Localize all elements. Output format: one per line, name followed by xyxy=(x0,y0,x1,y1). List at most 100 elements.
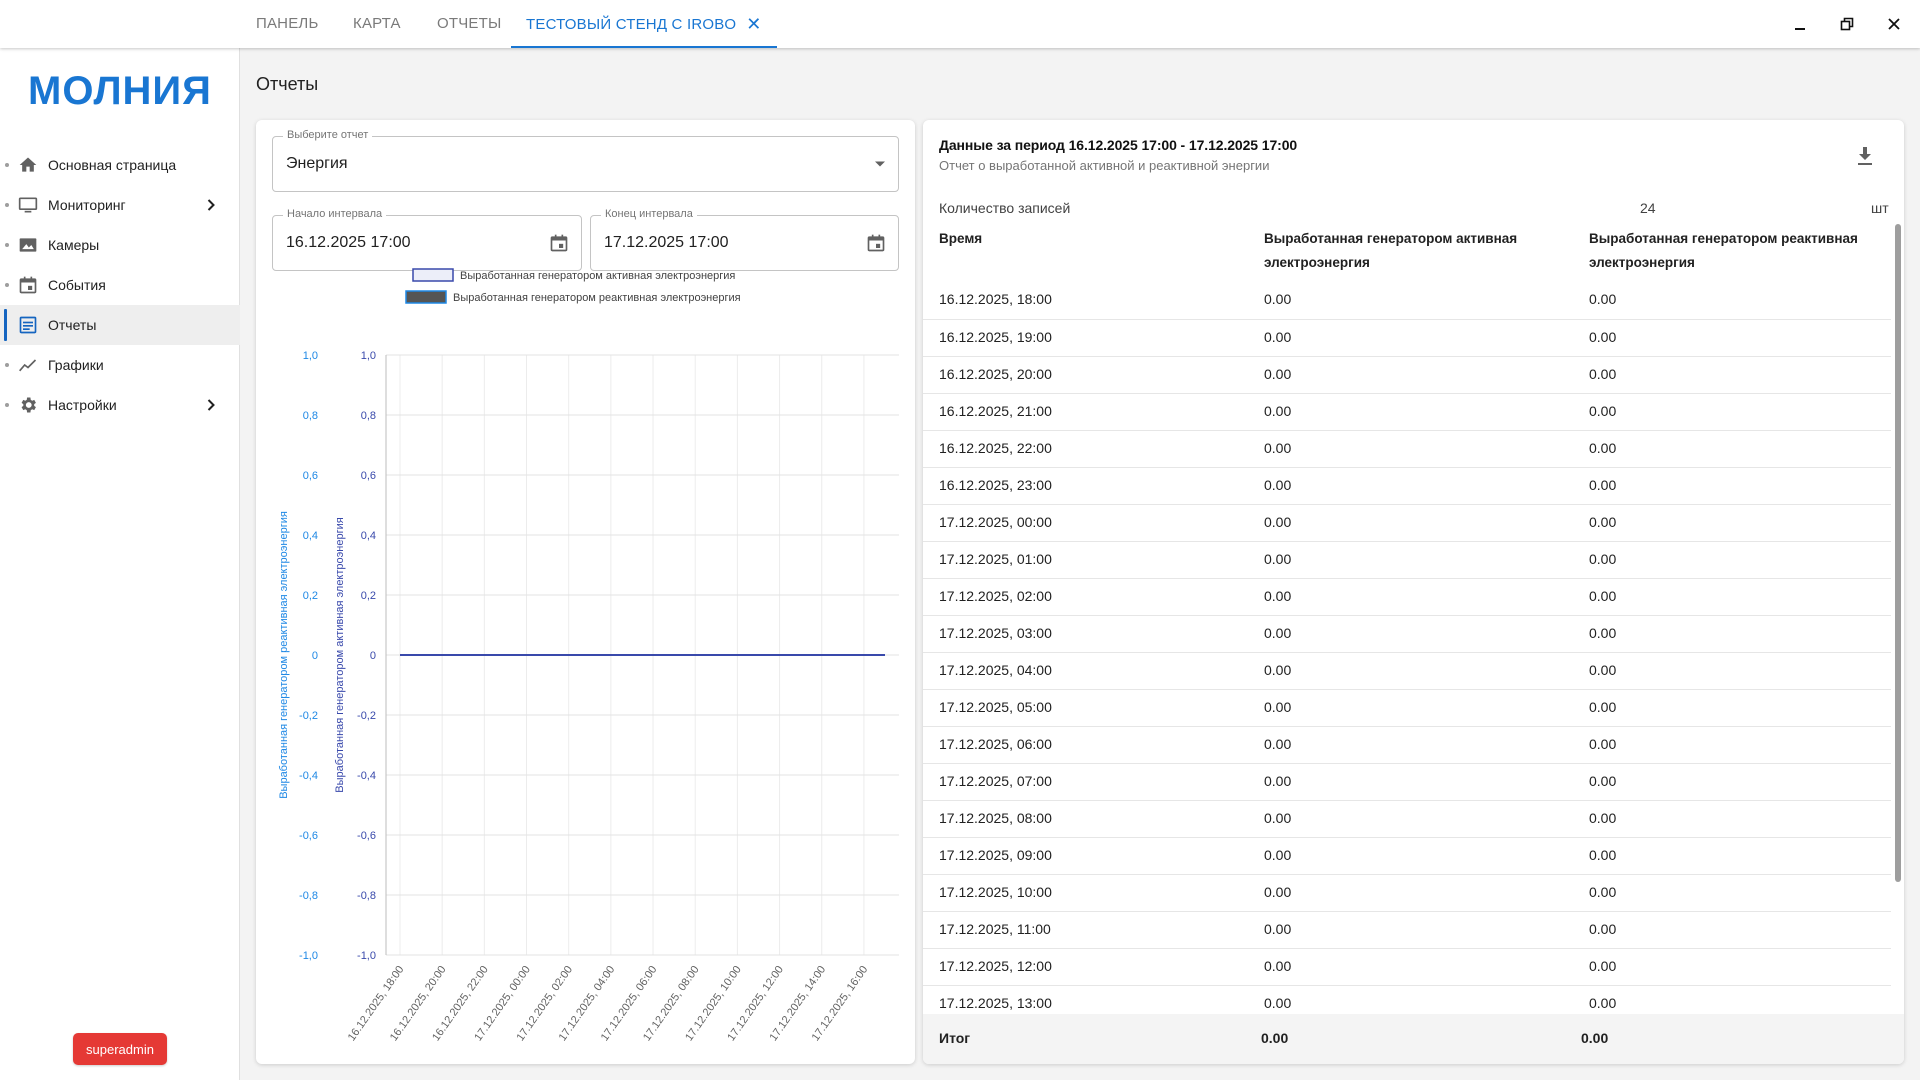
cell-time: 16.12.2025, 18:00 xyxy=(939,291,1052,307)
y-tick-label-reactive: 0,2 xyxy=(303,590,318,602)
tab-test-stand[interactable]: ТЕСТОВЫЙ СТЕНД С IROBO ✕ xyxy=(511,0,777,48)
cell-active-energy: 0.00 xyxy=(1264,847,1292,863)
records-count-unit: шт xyxy=(1871,200,1889,216)
logo: МОЛНИЯ xyxy=(28,68,212,113)
cell-reactive-energy: 0.00 xyxy=(1589,921,1617,937)
cell-time: 16.12.2025, 20:00 xyxy=(939,366,1052,382)
cell-reactive-energy: 0.00 xyxy=(1589,995,1617,1010)
table-row[interactable]: 17.12.2025, 13:00 0.00 0.00 xyxy=(923,985,1891,1010)
cell-active-energy: 0.00 xyxy=(1264,588,1292,604)
cell-reactive-energy: 0.00 xyxy=(1589,291,1617,307)
table-row[interactable]: 17.12.2025, 08:00 0.00 0.00 xyxy=(923,800,1891,837)
y-tick-label-reactive: -0,8 xyxy=(299,890,318,902)
chevron-right-icon[interactable] xyxy=(204,198,218,212)
sidebar-item-cameras[interactable]: Камеры xyxy=(0,225,240,265)
scrollbar[interactable] xyxy=(1895,224,1901,882)
table-row[interactable]: 17.12.2025, 03:00 0.00 0.00 xyxy=(923,615,1891,652)
cell-reactive-energy: 0.00 xyxy=(1589,366,1617,382)
table-row[interactable]: 16.12.2025, 18:00 0.00 0.00 xyxy=(923,282,1891,319)
sidebar-item-events[interactable]: События xyxy=(0,265,240,305)
table-row[interactable]: 16.12.2025, 23:00 0.00 0.00 xyxy=(923,467,1891,504)
cell-active-energy: 0.00 xyxy=(1264,921,1292,937)
table-row[interactable]: 17.12.2025, 10:00 0.00 0.00 xyxy=(923,874,1891,911)
cell-reactive-energy: 0.00 xyxy=(1589,403,1617,419)
sidebar-item-charts[interactable]: Графики xyxy=(0,345,240,385)
legend-swatch-reactive xyxy=(405,290,447,304)
table-row[interactable]: 17.12.2025, 01:00 0.00 0.00 xyxy=(923,541,1891,578)
home-icon xyxy=(17,154,39,176)
table-row[interactable]: 17.12.2025, 04:00 0.00 0.00 xyxy=(923,652,1891,689)
table-row[interactable]: 17.12.2025, 07:00 0.00 0.00 xyxy=(923,763,1891,800)
minimize-icon[interactable] xyxy=(1786,10,1814,38)
table-row[interactable]: 17.12.2025, 00:00 0.00 0.00 xyxy=(923,504,1891,541)
sidebar-item-monitoring[interactable]: Мониторинг xyxy=(0,185,240,225)
y-tick-label-active: -0,2 xyxy=(357,710,376,722)
table-row[interactable]: 17.12.2025, 09:00 0.00 0.00 xyxy=(923,837,1891,874)
restore-icon[interactable] xyxy=(1833,10,1861,38)
cell-time: 17.12.2025, 05:00 xyxy=(939,699,1052,715)
table-row[interactable]: 17.12.2025, 12:00 0.00 0.00 xyxy=(923,948,1891,985)
y-tick-label-active: -0,6 xyxy=(357,830,376,842)
column-header-active[interactable]: Выработанная генератором активная электр… xyxy=(1264,227,1517,275)
cell-reactive-energy: 0.00 xyxy=(1589,773,1617,789)
table-row[interactable]: 17.12.2025, 11:00 0.00 0.00 xyxy=(923,911,1891,948)
sidebar-item-settings[interactable]: Настройки xyxy=(0,385,240,425)
cell-active-energy: 0.00 xyxy=(1264,366,1292,382)
cell-time: 16.12.2025, 19:00 xyxy=(939,329,1052,345)
bullet-dot xyxy=(5,403,9,407)
cell-reactive-energy: 0.00 xyxy=(1589,625,1617,641)
y-tick-label-reactive: 0,6 xyxy=(303,470,318,482)
sidebar-item-label: Настройки xyxy=(48,397,117,413)
table-row[interactable]: 16.12.2025, 22:00 0.00 0.00 xyxy=(923,430,1891,467)
tab-panel[interactable]: ПАНЕЛЬ xyxy=(256,0,319,48)
cell-time: 17.12.2025, 12:00 xyxy=(939,958,1052,974)
legend-swatch-active xyxy=(412,268,454,282)
sidebar-item-reports[interactable]: Отчеты xyxy=(0,305,240,345)
download-icon[interactable] xyxy=(1853,144,1877,168)
cell-active-energy: 0.00 xyxy=(1264,514,1292,530)
table-footer: Итог 0.00 0.00 xyxy=(923,1014,1904,1064)
tab-test-stand-label: ТЕСТОВЫЙ СТЕНД С IROBO xyxy=(526,16,737,33)
cell-time: 17.12.2025, 07:00 xyxy=(939,773,1052,789)
column-header-line: Выработанная генератором активная xyxy=(1264,231,1518,246)
sidebar-item-home[interactable]: Основная страница xyxy=(0,145,240,185)
table-row[interactable]: 16.12.2025, 19:00 0.00 0.00 xyxy=(923,319,1891,356)
tab-map[interactable]: КАРТА xyxy=(353,0,401,48)
y-tick-label-active: 0,4 xyxy=(361,530,376,542)
y-tick-label-reactive: -0,2 xyxy=(299,710,318,722)
report-table-card: Данные за период 16.12.2025 17:00 - 17.1… xyxy=(923,120,1904,1064)
bullet-dot xyxy=(5,283,9,287)
cell-time: 17.12.2025, 02:00 xyxy=(939,588,1052,604)
column-header-line: электроэнергия xyxy=(1589,255,1695,270)
cell-time: 16.12.2025, 21:00 xyxy=(939,403,1052,419)
calendar-icon xyxy=(17,274,39,296)
close-icon[interactable]: ✕ xyxy=(746,0,761,48)
legend-label: Выработанная генератором активная электр… xyxy=(460,270,735,282)
table-row[interactable]: 16.12.2025, 20:00 0.00 0.00 xyxy=(923,356,1891,393)
cell-reactive-energy: 0.00 xyxy=(1589,662,1617,678)
chevron-right-icon[interactable] xyxy=(204,398,218,412)
cell-active-energy: 0.00 xyxy=(1264,440,1292,456)
close-window-icon[interactable] xyxy=(1880,10,1908,38)
cell-time: 17.12.2025, 13:00 xyxy=(939,995,1052,1010)
column-header-reactive[interactable]: Выработанная генератором реактивная элек… xyxy=(1589,227,1858,275)
cell-time: 16.12.2025, 22:00 xyxy=(939,440,1052,456)
table-body: 16.12.2025, 18:00 0.00 0.00 16.12.2025, 19:… xyxy=(923,282,1891,1010)
sidebar-item-label: Отчеты xyxy=(48,317,97,333)
bullet-dot xyxy=(5,163,9,167)
tab-reports[interactable]: ОТЧЕТЫ xyxy=(437,0,501,48)
cell-reactive-energy: 0.00 xyxy=(1589,736,1617,752)
table-row[interactable]: 16.12.2025, 21:00 0.00 0.00 xyxy=(923,393,1891,430)
column-header-time[interactable]: Время xyxy=(939,227,982,251)
y-tick-label-active: 0,6 xyxy=(361,470,376,482)
cell-active-energy: 0.00 xyxy=(1264,291,1292,307)
y-tick-label-active: -1,0 xyxy=(357,950,376,962)
y-tick-label-active: 0,8 xyxy=(361,410,376,422)
table-row[interactable]: 17.12.2025, 05:00 0.00 0.00 xyxy=(923,689,1891,726)
table-row[interactable]: 17.12.2025, 02:00 0.00 0.00 xyxy=(923,578,1891,615)
sidebar-item-label: Мониторинг xyxy=(48,197,126,213)
y-tick-label-active: 0,2 xyxy=(361,590,376,602)
user-badge[interactable]: superadmin xyxy=(73,1033,167,1065)
cell-active-energy: 0.00 xyxy=(1264,625,1292,641)
table-row[interactable]: 17.12.2025, 06:00 0.00 0.00 xyxy=(923,726,1891,763)
